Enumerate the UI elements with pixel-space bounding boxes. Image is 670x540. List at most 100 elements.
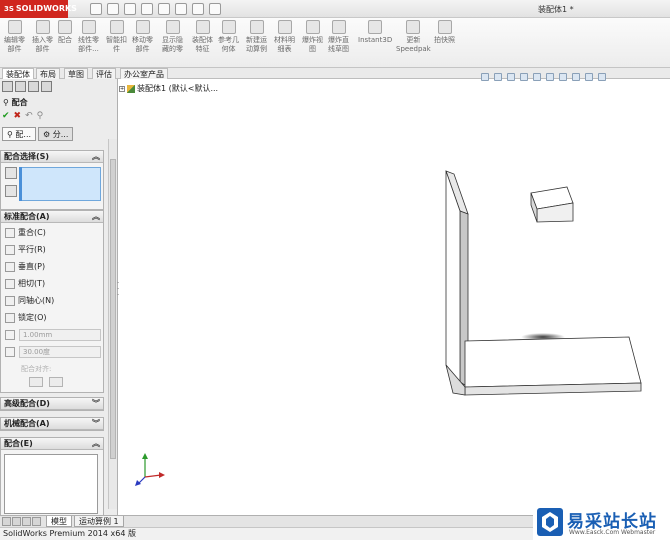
update-speedpak-button[interactable]: 更新 Speedpak	[396, 20, 431, 54]
explode-line-sketch-icon	[331, 20, 346, 34]
tab-motion-study-1[interactable]: 运动算例 1	[74, 516, 124, 527]
mate-perpendicular[interactable]: 垂直(P)	[5, 261, 45, 272]
analysis-tab-icon: ⚙	[43, 130, 53, 139]
alignment-label: 配合对齐:	[21, 365, 52, 373]
watermark-logo-icon	[537, 508, 563, 536]
collapse-chevron-icon[interactable]: ︽	[92, 438, 100, 450]
rebuild-icon[interactable]	[192, 3, 204, 15]
tab-navigation	[2, 517, 41, 526]
show-hidden-components-button[interactable]: 显示隐 藏的零	[162, 20, 183, 54]
anti-aligned-button[interactable]	[49, 377, 63, 387]
new-motion-study-button[interactable]: 新建运 动算例	[246, 20, 267, 54]
assembly-features-button[interactable]: 装配体 特征	[192, 20, 213, 54]
pm-scroll-thumb[interactable]	[110, 159, 116, 459]
pm-title: ⚲ 配合	[3, 98, 28, 107]
insert-component-button[interactable]: 插入零 部件	[32, 20, 53, 54]
tangent-icon	[5, 278, 15, 289]
standard-mates-header[interactable]: 标准配合(A) ︽	[1, 211, 103, 223]
mate-selections-header[interactable]: 配合选择(S) ︽	[1, 151, 103, 163]
move-component-icon	[135, 20, 150, 34]
distance-icon[interactable]	[5, 330, 15, 340]
mate-tangent[interactable]: 相切(T)	[5, 278, 45, 289]
tab-layout[interactable]: 布局	[36, 68, 60, 79]
edit-component-button[interactable]: 编辑零 部件	[4, 20, 25, 54]
mate-lock[interactable]: 锁定(O)	[5, 312, 47, 323]
smart-fasteners-button[interactable]: 智能扣 件	[106, 20, 127, 54]
advanced-mates-section: 高级配合(D) ︾	[0, 397, 104, 411]
tab-evaluate[interactable]: 评估	[92, 68, 116, 79]
collapse-chevron-icon[interactable]: ︽	[92, 211, 100, 223]
mates-header[interactable]: 配合(E) ︽	[1, 438, 103, 450]
move-component-button[interactable]: 移动零 部件	[132, 20, 153, 54]
snapshot-icon	[437, 20, 452, 34]
perpendicular-icon	[5, 261, 15, 272]
parallel-icon	[5, 244, 15, 255]
title-bar: 3S SOLIDWORKS 装配体1 *	[0, 0, 670, 18]
property-manager-icon[interactable]	[15, 81, 26, 92]
expand-chevron-icon[interactable]: ︾	[92, 418, 100, 430]
undo-icon[interactable]: ↶	[25, 111, 33, 121]
angle-input[interactable]: 30.00度	[19, 346, 101, 358]
small-block-part[interactable]	[530, 186, 574, 223]
exploded-view-button[interactable]: 爆炸视 图	[302, 20, 323, 54]
exploded-view-icon	[305, 20, 320, 34]
last-tab-icon[interactable]	[32, 517, 41, 526]
save-icon[interactable]	[124, 3, 136, 15]
tab-sketch[interactable]: 草图	[64, 68, 88, 79]
tab-model[interactable]: 模型	[46, 516, 72, 527]
mate-parallel[interactable]: 平行(R)	[5, 244, 46, 255]
explode-line-sketch-button[interactable]: 爆炸直 线草图	[328, 20, 349, 54]
distance-input[interactable]: 1.00mm	[19, 329, 101, 341]
watermark-url: Www.Easck.Com Webmaster	[569, 529, 656, 536]
ok-check-icon[interactable]: ✔	[2, 111, 10, 121]
pin-icon[interactable]: ⚲	[37, 111, 44, 121]
expand-chevron-icon[interactable]: ︾	[92, 398, 100, 410]
bill-of-materials-button[interactable]: 材料明 细表	[274, 20, 295, 54]
undo-icon[interactable]	[158, 3, 170, 15]
base-plate-part[interactable]	[445, 336, 642, 396]
linear-pattern-icon	[81, 20, 96, 34]
mates-list-box[interactable]	[4, 454, 98, 514]
status-text: SolidWorks Premium 2014 x64 版	[3, 529, 136, 538]
graphics-viewport[interactable]: + 装配体1 (默认<默认...	[119, 73, 670, 515]
tab-mates[interactable]: ⚲ 配...	[2, 127, 37, 141]
cancel-x-icon[interactable]: ✖	[14, 111, 22, 121]
coincident-icon	[5, 227, 15, 238]
mechanical-mates-header[interactable]: 机械配合(A) ︾	[1, 418, 103, 430]
site-watermark: 易采站长站 Www.Easck.Com Webmaster	[533, 505, 670, 540]
advanced-mates-header[interactable]: 高级配合(D) ︾	[1, 398, 103, 410]
selection-entity-icon	[5, 167, 17, 179]
concentric-icon	[5, 295, 15, 306]
mate-concentric[interactable]: 同轴心(N)	[5, 295, 54, 306]
open-file-icon[interactable]	[107, 3, 119, 15]
tab-office-products[interactable]: 办公室产品	[120, 68, 168, 79]
mate-selection-box[interactable]	[19, 167, 101, 201]
collapse-chevron-icon[interactable]: ︽	[92, 151, 100, 163]
prev-tab-icon[interactable]	[12, 517, 21, 526]
solidworks-logo[interactable]: 3S SOLIDWORKS	[0, 0, 77, 18]
aligned-button[interactable]	[29, 377, 43, 387]
new-file-icon[interactable]	[90, 3, 102, 15]
pm-scrollbar[interactable]	[108, 139, 117, 509]
feature-tree-icon[interactable]	[2, 81, 13, 92]
linear-pattern-button[interactable]: 线性零 部件...	[78, 20, 99, 54]
tab-analysis[interactable]: ⚙ 分...	[38, 127, 74, 141]
display-manager-icon[interactable]	[41, 81, 52, 92]
tab-assembly[interactable]: 装配体	[2, 68, 34, 79]
first-tab-icon[interactable]	[2, 517, 11, 526]
select-icon[interactable]	[175, 3, 187, 15]
next-tab-icon[interactable]	[22, 517, 31, 526]
configuration-manager-icon[interactable]	[28, 81, 39, 92]
take-snapshot-button[interactable]: 拍快照	[434, 20, 455, 45]
mate-button[interactable]: 配合	[58, 20, 72, 45]
options-icon[interactable]	[209, 3, 221, 15]
coordinate-triad	[135, 453, 165, 486]
pin-selection-icon[interactable]	[5, 185, 17, 197]
reference-geometry-button[interactable]: 参考几 何体	[218, 20, 239, 54]
print-icon[interactable]	[141, 3, 153, 15]
mate-title-icon: ⚲	[3, 98, 12, 107]
mate-coincident[interactable]: 重合(C)	[5, 227, 46, 238]
angle-icon[interactable]	[5, 347, 15, 357]
instant3d-button[interactable]: Instant3D	[358, 20, 392, 45]
lock-icon	[5, 312, 15, 323]
